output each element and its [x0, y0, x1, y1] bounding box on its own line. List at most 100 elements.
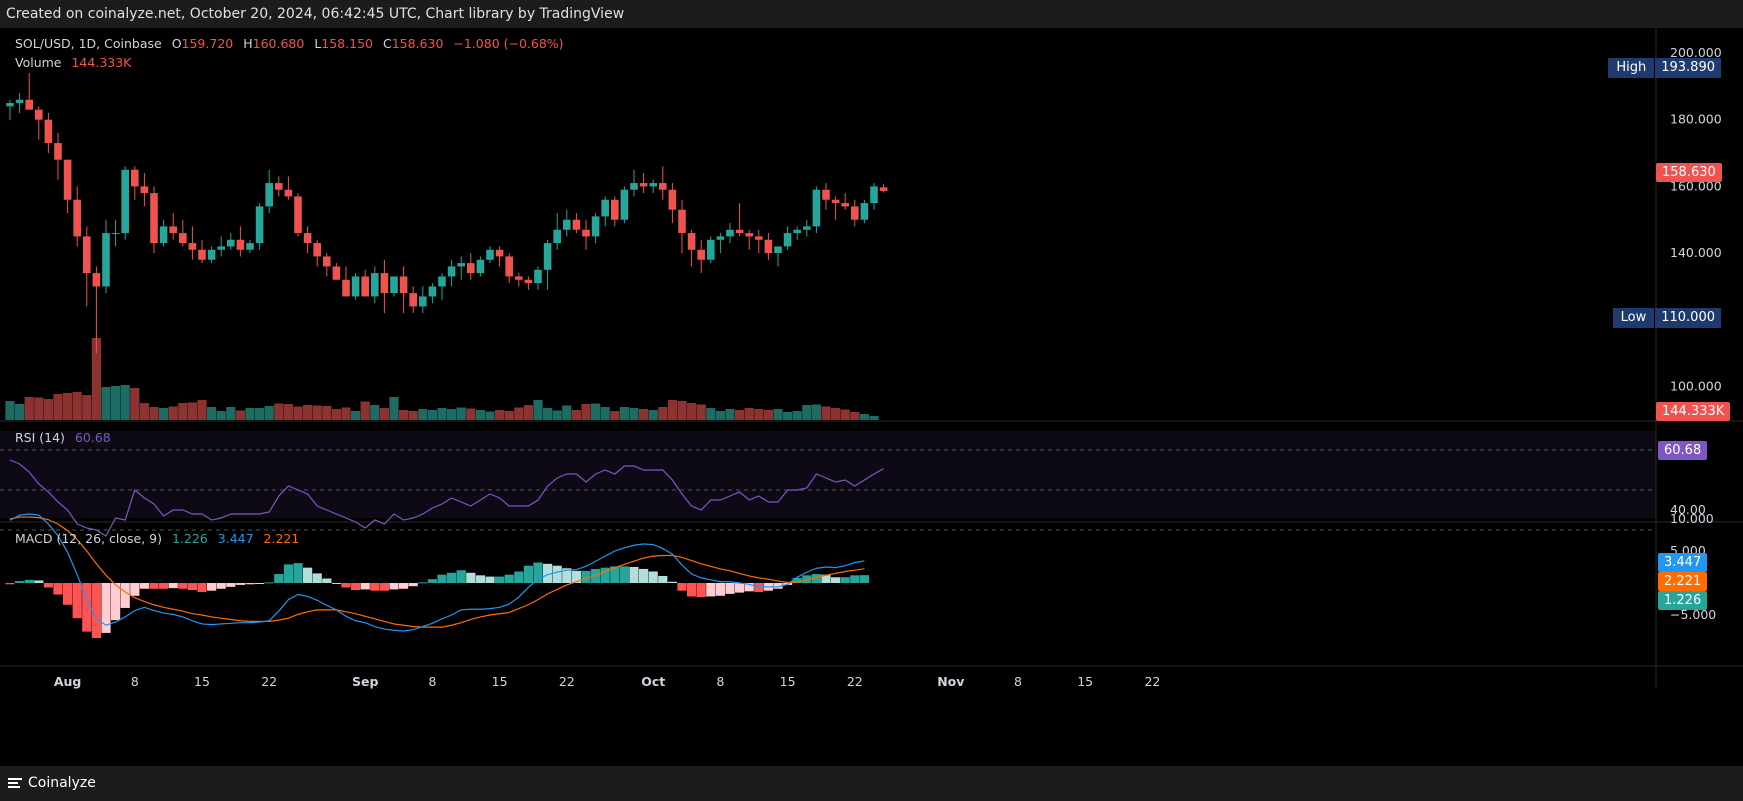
- volume-bar: [831, 408, 841, 420]
- volume-bar: [629, 408, 639, 420]
- macd-histogram-bar: [677, 583, 687, 591]
- volume-bar: [677, 401, 687, 420]
- macd-histogram-bar: [456, 570, 466, 583]
- chart-area[interactable]: 100.000120.000140.000160.000180.000200.0…: [0, 28, 1743, 766]
- volume-bar: [744, 408, 754, 420]
- time-tick-label: Oct: [641, 674, 665, 689]
- macd-signal-value: 2.221: [263, 531, 300, 546]
- candle-body: [131, 169, 139, 187]
- macd-histogram-bar: [303, 567, 313, 583]
- macd-histogram-bar: [120, 583, 130, 608]
- volume-bar: [850, 412, 860, 420]
- brand[interactable]: Coinalyze: [8, 775, 96, 791]
- volume-bar: [293, 406, 303, 420]
- candle-body: [630, 183, 638, 190]
- candle-body: [83, 236, 91, 274]
- candle-body: [92, 273, 101, 287]
- macd-histogram-bar: [197, 583, 207, 592]
- macd-histogram-bar: [130, 583, 140, 596]
- volume-bar: [101, 387, 111, 420]
- macd-histogram-bar: [139, 583, 149, 589]
- macd-histogram-bar: [274, 574, 284, 583]
- volume-bar: [696, 404, 706, 420]
- volume-bar: [754, 409, 764, 420]
- candle-body: [841, 203, 849, 207]
- time-tick-label: Sep: [352, 674, 378, 689]
- axis-layer: 100.000120.000140.000160.000180.000200.0…: [54, 45, 1722, 689]
- macd-histogram-bar: [485, 576, 495, 583]
- volume-bar: [331, 409, 341, 420]
- volume-bar: [149, 407, 159, 420]
- macd-histogram-bar: [168, 583, 178, 589]
- candle-body: [303, 233, 312, 244]
- volume-bar: [437, 408, 447, 420]
- volume-bar: [5, 401, 15, 420]
- low-tag-label: Low: [1613, 308, 1656, 328]
- macd-histogram-bar: [859, 575, 869, 583]
- candle-body: [582, 229, 590, 237]
- candle-body: [419, 296, 427, 307]
- candle-body: [822, 189, 830, 200]
- candle-body: [169, 226, 177, 234]
- time-tick-label: 22: [847, 674, 863, 689]
- volume-bar: [389, 397, 399, 420]
- macd-histogram-bar: [619, 566, 629, 583]
- candle-body: [179, 233, 187, 244]
- candle-body: [390, 276, 398, 294]
- macd-line-tag: 3.447: [1658, 553, 1708, 572]
- brand-label: Coinalyze: [28, 775, 96, 791]
- candle-body: [428, 286, 437, 297]
- candle-body: [227, 239, 235, 247]
- candle-body: [409, 293, 417, 307]
- volume-bar: [72, 392, 82, 420]
- time-tick-label: 8: [428, 674, 436, 689]
- macd-hist-tag: 1.226: [1658, 591, 1708, 610]
- candle-body: [236, 239, 245, 250]
- chart-canvas[interactable]: 100.000120.000140.000160.000180.000200.0…: [0, 28, 1743, 766]
- candle-body: [601, 199, 609, 217]
- volume-bar: [197, 400, 207, 420]
- menu-icon[interactable]: [8, 776, 22, 790]
- macd-histogram-bar: [639, 568, 649, 583]
- volume-bar: [274, 403, 284, 420]
- macd-histogram-bar: [523, 565, 533, 583]
- volume-bar: [725, 409, 735, 420]
- volume-bar: [322, 406, 332, 420]
- macd-histogram-bar: [72, 583, 82, 619]
- volume-bar: [216, 411, 226, 420]
- macd-histogram-bar: [706, 583, 716, 597]
- time-tick-label: 22: [261, 674, 277, 689]
- macd-histogram-bar: [24, 579, 34, 583]
- volume-bar: [24, 397, 34, 420]
- candle-body: [476, 259, 485, 274]
- candle-body: [620, 189, 629, 220]
- candle-body: [735, 229, 744, 234]
- volume-bar: [504, 411, 514, 420]
- volume-bar: [370, 405, 380, 420]
- macd-histogram-bar: [696, 583, 706, 598]
- rsi-value: 60.68: [74, 430, 111, 445]
- time-tick-label: 15: [1077, 674, 1093, 689]
- macd-histogram-bar: [43, 583, 53, 588]
- volume-bar: [619, 407, 629, 420]
- volume-bar: [533, 400, 543, 420]
- macd-histogram-bar: [658, 575, 668, 583]
- volume-label: Volume: [15, 55, 62, 70]
- macd-histogram-bar: [418, 582, 428, 584]
- macd-histogram-bar: [725, 583, 735, 594]
- volume-bar: [120, 385, 130, 420]
- volume-bar: [351, 411, 361, 420]
- macd-histogram-bar: [216, 583, 226, 589]
- macd-histogram-bar: [293, 563, 303, 583]
- macd-histogram-bar: [427, 579, 437, 583]
- volume-bar: [63, 393, 73, 420]
- macd-histogram-bar: [149, 583, 159, 589]
- volume-bar: [379, 408, 389, 420]
- volume-bar: [811, 404, 821, 420]
- price-tick-label: 180.000: [1670, 112, 1722, 127]
- macd-histogram-bar: [91, 583, 101, 639]
- candle-body: [342, 279, 350, 297]
- macd-histogram-bar: [5, 583, 15, 585]
- macd-histogram-bar: [312, 573, 322, 583]
- volume-bar: [187, 402, 197, 420]
